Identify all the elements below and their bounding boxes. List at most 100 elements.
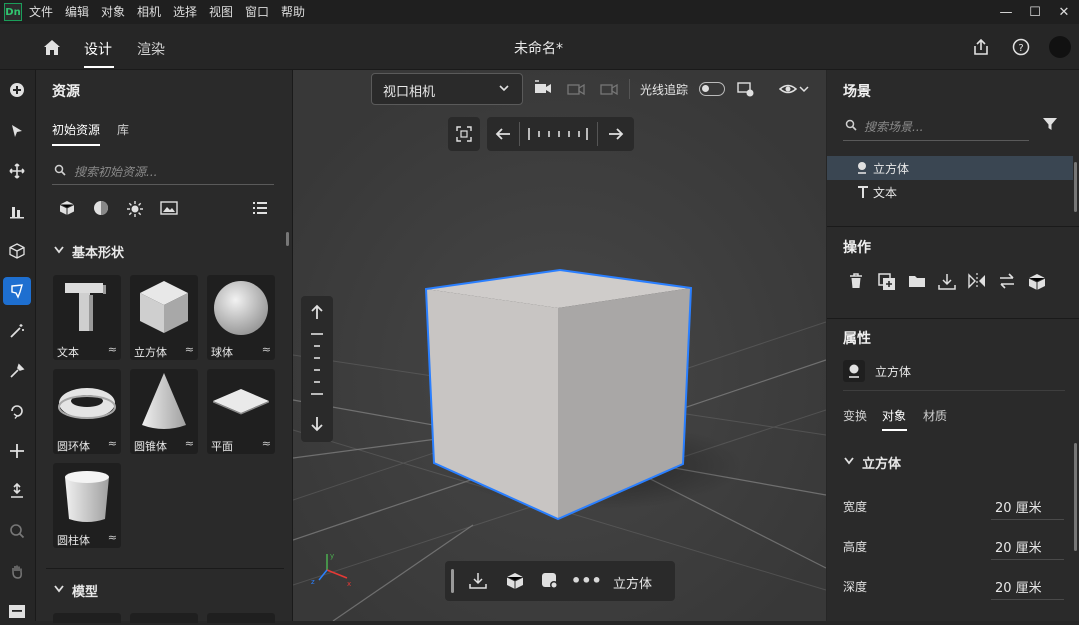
tab-object[interactable]: 对象	[882, 407, 906, 424]
maximize-button[interactable]: ☐	[1022, 2, 1048, 22]
chevron-down-icon[interactable]	[844, 457, 854, 465]
arrow-down-icon[interactable]	[309, 416, 325, 432]
menu-view[interactable]: 视图	[209, 3, 233, 20]
scene-canvas[interactable]: y x z	[293, 70, 826, 621]
drop-to-ground-icon[interactable]	[938, 273, 956, 291]
filter-icon[interactable]	[1042, 116, 1058, 132]
convert-3d-icon[interactable]	[1028, 273, 1046, 291]
close-button[interactable]: ✕	[1051, 2, 1077, 22]
horizontal-nav[interactable]	[487, 117, 634, 151]
filter-image-icon[interactable]	[160, 200, 178, 216]
assets-search-input[interactable]: 搜索初始资源...	[52, 160, 274, 185]
minimize-button[interactable]: —	[993, 2, 1019, 22]
scene-search-input[interactable]: 搜索场景...	[843, 114, 1029, 141]
viewport[interactable]: y x z 视口相机 光线追踪 ••• 立方体	[293, 70, 826, 621]
render-settings-icon[interactable]	[737, 80, 755, 98]
object-tool-icon[interactable]	[3, 237, 31, 265]
section-basic-shapes[interactable]: 基本形状	[72, 242, 124, 261]
filter-material-icon[interactable]	[93, 200, 109, 216]
section-models[interactable]: 模型	[72, 581, 98, 600]
menu-file[interactable]: 文件	[29, 3, 53, 20]
camera-redo-icon[interactable]	[599, 79, 619, 97]
list-view-icon[interactable]	[252, 200, 268, 216]
edit-material-icon[interactable]	[541, 572, 559, 590]
swap-icon[interactable]	[998, 273, 1016, 289]
properties-scrollbar[interactable]	[1074, 443, 1077, 551]
cube-select-icon[interactable]	[506, 572, 524, 590]
tune-icon[interactable]: ≈	[185, 437, 194, 450]
asset-tile-cube[interactable]: 立方体 ≈	[130, 275, 198, 360]
more-icon[interactable]: •••	[571, 571, 602, 590]
tune-icon[interactable]: ≈	[108, 343, 117, 356]
menu-camera[interactable]: 相机	[137, 3, 161, 20]
filter-light-icon[interactable]	[126, 200, 144, 218]
vertical-scrub-ticks[interactable]	[310, 332, 324, 402]
asset-tile-text[interactable]: 文本 ≈	[53, 275, 121, 360]
move-tool-icon[interactable]	[3, 157, 31, 185]
tune-icon[interactable]: ≈	[262, 437, 271, 450]
magic-wand-icon[interactable]	[3, 317, 31, 345]
add-icon[interactable]	[3, 76, 31, 104]
width-field[interactable]: 20 厘米	[991, 491, 1064, 520]
visibility-icon[interactable]	[779, 80, 809, 98]
align-tool-icon[interactable]	[3, 197, 31, 225]
chevron-down-icon[interactable]	[54, 246, 64, 254]
tab-design[interactable]: 设计	[84, 39, 112, 59]
home-icon[interactable]	[42, 37, 62, 57]
vertical-nav[interactable]	[301, 296, 333, 442]
zoom-icon[interactable]	[3, 517, 31, 545]
tune-icon[interactable]: ≈	[185, 343, 194, 356]
arrow-up-icon[interactable]	[309, 304, 325, 320]
scene-scrollbar[interactable]	[1074, 162, 1077, 212]
pan-icon[interactable]	[3, 437, 31, 465]
tune-icon[interactable]: ≈	[108, 531, 117, 544]
material-tool-icon[interactable]	[3, 277, 31, 305]
eyedropper-icon[interactable]	[3, 357, 31, 385]
menu-window[interactable]: 窗口	[245, 3, 269, 20]
delete-icon[interactable]	[848, 273, 864, 289]
asset-tile-cone[interactable]: 圆锥体 ≈	[130, 369, 198, 454]
tune-icon[interactable]: ≈	[108, 437, 117, 450]
chevron-down-icon[interactable]	[54, 585, 64, 593]
drag-handle[interactable]	[451, 569, 454, 593]
asset-tile-cylinder[interactable]: 圆柱体 ≈	[53, 463, 121, 548]
drop-to-ground-icon[interactable]	[469, 572, 487, 590]
asset-tile-sphere[interactable]: 球体 ≈	[207, 275, 275, 360]
tune-icon[interactable]: ≈	[262, 343, 271, 356]
tab-starter-assets[interactable]: 初始资源	[52, 121, 100, 138]
tab-render[interactable]: 渲染	[137, 39, 165, 59]
avatar[interactable]	[1049, 36, 1071, 58]
camera-undo-icon[interactable]	[566, 79, 586, 97]
filter-3d-icon[interactable]	[59, 200, 75, 216]
select-tool-icon[interactable]	[3, 117, 31, 145]
assets-scrollbar[interactable]	[286, 232, 289, 246]
arrow-left-icon[interactable]	[495, 126, 511, 142]
menu-help[interactable]: 帮助	[281, 3, 305, 20]
group-folder-icon[interactable]	[908, 273, 926, 289]
camera-add-icon[interactable]	[533, 79, 553, 97]
tab-library[interactable]: 库	[117, 121, 129, 138]
hand-icon[interactable]	[3, 557, 31, 585]
horizontal-scrub-ticks[interactable]	[527, 127, 589, 141]
menu-object[interactable]: 对象	[101, 3, 125, 20]
tab-transform[interactable]: 变换	[843, 407, 867, 424]
duplicate-icon[interactable]	[878, 273, 896, 291]
object-name[interactable]: 立方体	[875, 363, 911, 380]
scene-item-cube[interactable]: 立方体	[827, 156, 1073, 180]
tab-material[interactable]: 材质	[923, 407, 947, 424]
menu-select[interactable]: 选择	[173, 3, 197, 20]
asset-tile-model[interactable]	[207, 613, 275, 623]
asset-tile-model[interactable]	[130, 613, 198, 623]
scene-item-text[interactable]: 文本	[827, 180, 1073, 204]
height-field[interactable]: 20 厘米	[991, 531, 1064, 560]
raytrace-toggle[interactable]	[699, 82, 725, 96]
dolly-icon[interactable]	[3, 477, 31, 505]
mirror-icon[interactable]	[968, 273, 986, 289]
share-icon[interactable]	[971, 37, 991, 57]
asset-tile-torus[interactable]: 圆环体 ≈	[53, 369, 121, 454]
asset-tile-model[interactable]	[53, 613, 121, 623]
orbit-icon[interactable]	[3, 397, 31, 425]
asset-tile-plane[interactable]: 平面 ≈	[207, 369, 275, 454]
arrow-right-icon[interactable]	[608, 126, 624, 142]
menu-edit[interactable]: 编辑	[65, 3, 89, 20]
